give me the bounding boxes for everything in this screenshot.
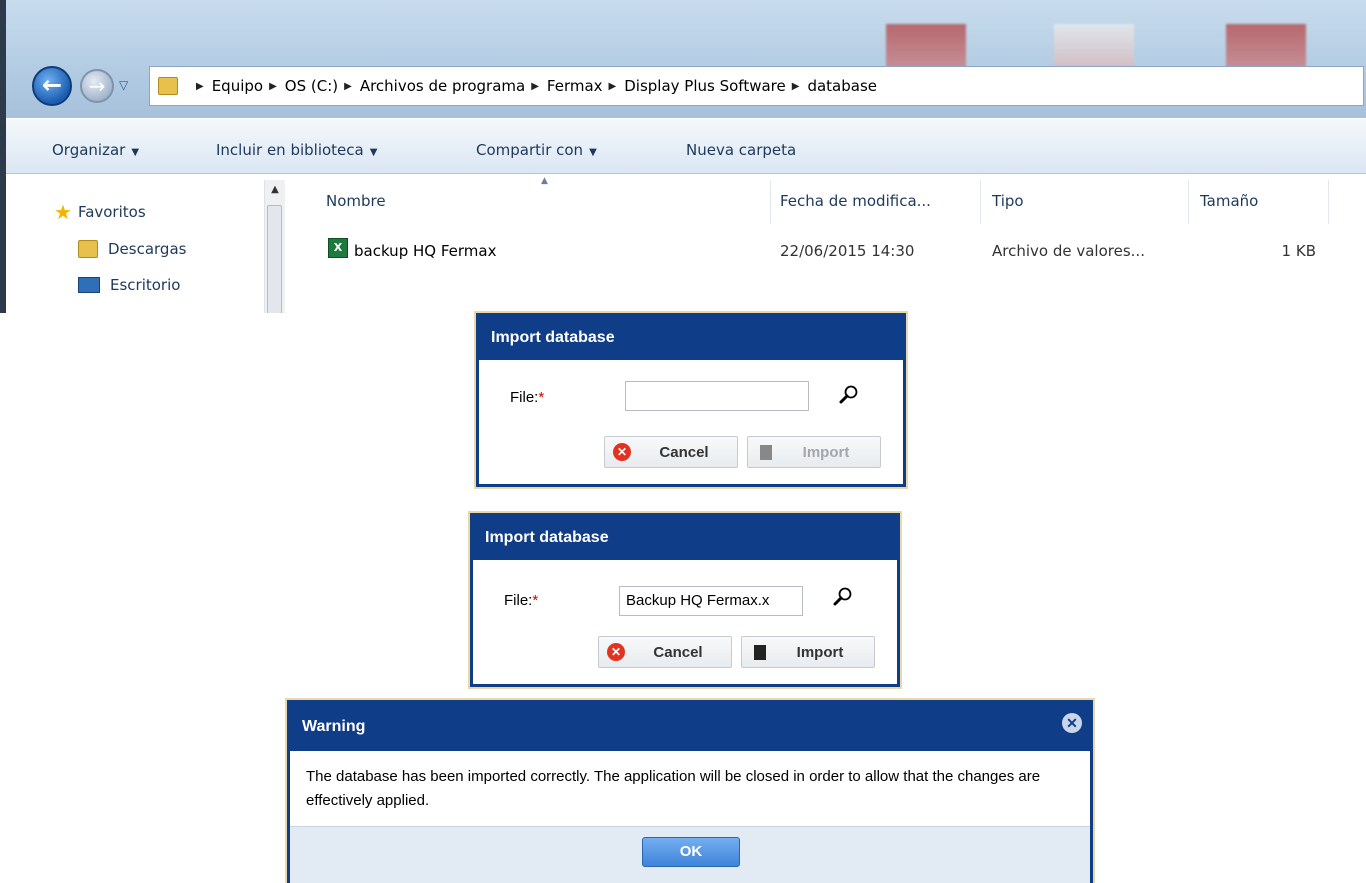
import-label: Import [796,643,844,661]
sidebar-item-label: Escritorio [110,276,181,294]
new-folder-button[interactable]: Nueva carpeta [686,141,796,159]
command-toolbar: Organizar ▼ Incluir en biblioteca ▼ Compar… [6,118,1366,174]
breadcrumb-chevron-icon[interactable]: ▶ [531,81,539,92]
new-folder-label: Nueva carpeta [686,141,797,159]
close-icon[interactable]: ✕ [1062,713,1082,733]
cancel-x-icon: ✕ [607,643,625,661]
include-library-menu-button[interactable]: Incluir en biblioteca ▼ [216,141,377,159]
cancel-label: Cancel [659,443,709,461]
dialog-title: Import database [473,516,897,560]
file-type: Archivo de valores... [992,242,1145,260]
column-header-name[interactable]: Nombre [326,192,386,210]
dialog-footer: OK [290,826,1090,883]
breadcrumb-display-plus-software[interactable]: Display Plus Software [624,77,785,95]
scroll-thumb[interactable] [267,205,282,313]
dialog-title-bar: Warning ✕ [290,703,1090,751]
column-header-type[interactable]: Tipo [992,192,1024,210]
breadcrumb-chevron-icon[interactable]: ▶ [609,81,617,92]
sidebar-item-favoritos[interactable]: ★ Favoritos [54,200,146,224]
column-divider[interactable] [1328,180,1329,224]
breadcrumb-fermax[interactable]: Fermax [547,77,603,95]
required-asterisk: * [538,389,545,406]
breadcrumb-chevron-icon[interactable]: ▶ [269,81,277,92]
dropdown-arrow-icon: ▼ [369,147,378,158]
search-icon[interactable] [838,384,860,406]
navigation-pane-scrollbar[interactable]: ▲ [264,180,285,313]
back-arrow-icon[interactable]: ← [32,66,72,106]
organize-menu-button[interactable]: Organizar ▼ [52,141,139,159]
recent-pages-chevron-icon[interactable]: ▽ [119,78,128,92]
file-field-label: File:* [510,389,544,406]
cancel-x-icon: ✕ [613,443,631,461]
sidebar-item-label: Favoritos [77,203,146,221]
organize-label: Organizar [52,141,126,159]
file-size: 1 KB [1281,242,1316,260]
ok-button[interactable]: OK [642,837,740,867]
import-label: Import [802,443,850,461]
required-asterisk: * [532,592,539,609]
share-with-label: Compartir con [476,141,584,159]
desktop-icon [78,277,100,293]
warning-dialog: Warning ✕ The database has been imported… [287,700,1093,883]
file-list: ▲ Nombre Fecha de modifica... Tipo Tamañ… [296,174,1366,313]
import-database-dialog-filled: Import database File:* Backup HQ Fermax.… [470,513,900,687]
include-library-label: Incluir en biblioteca [216,141,364,159]
cancel-label: Cancel [653,643,703,661]
navigation-pane: ★ Favoritos Descargas Escritorio [6,174,286,313]
address-bar[interactable]: ▶ Equipo ▶ OS (C:) ▶ Archivos de program… [149,66,1364,106]
file-explorer-window: ← → ▽ ▶ Equipo ▶ OS (C:) ▶ Archivos de p… [0,0,1366,313]
dropdown-arrow-icon: ▼ [589,147,597,158]
file-name[interactable]: backup HQ Fermax [354,242,496,260]
cancel-button[interactable]: ✕ Cancel [604,436,738,468]
dropdown-arrow-icon: ▼ [131,147,140,158]
import-document-icon [760,444,772,460]
breadcrumb-archivos-de-programa[interactable]: Archivos de programa [360,77,525,95]
sort-ascending-icon: ▲ [541,176,548,186]
spreadsheet-file-icon: X [328,238,348,258]
import-database-dialog-empty: Import database File:* ✕ Cancel Import [476,313,906,487]
column-header-size[interactable]: Tamaño [1200,192,1258,210]
column-header-modified[interactable]: Fecha de modifica... [780,192,931,210]
file-field-label: File:* [504,592,538,609]
downloads-folder-icon [78,240,98,258]
star-icon: ★ [54,200,72,224]
file-modified: 22/06/2015 14:30 [780,242,915,260]
cancel-button[interactable]: ✕ Cancel [598,636,732,668]
breadcrumb-chevron-icon[interactable]: ▶ [196,81,204,92]
breadcrumb-database[interactable]: database [807,77,877,95]
sidebar-item-descargas[interactable]: Descargas [78,240,186,258]
column-divider[interactable] [770,180,771,224]
import-button[interactable]: Import [747,436,881,468]
navigation-bar: ← → ▽ ▶ Equipo ▶ OS (C:) ▶ Archivos de p… [6,0,1366,118]
folder-icon [158,77,178,95]
sidebar-item-escritorio[interactable]: Escritorio [78,276,180,294]
breadcrumb-equipo[interactable]: Equipo [212,77,263,95]
breadcrumb-chevron-icon[interactable]: ▶ [344,81,352,92]
file-label-text: File: [510,389,539,406]
file-path-input[interactable]: Backup HQ Fermax.x [619,586,803,616]
share-with-menu-button[interactable]: Compartir con ▼ [476,141,597,159]
column-divider[interactable] [980,180,981,224]
search-icon[interactable] [832,586,854,608]
warning-message: The database has been imported correctly… [306,768,1041,809]
breadcrumb-os-c[interactable]: OS (C:) [285,77,338,95]
dialog-title: Warning [302,718,366,735]
dialog-title: Import database [479,316,903,360]
sidebar-item-label: Descargas [108,240,187,258]
column-divider[interactable] [1188,180,1189,224]
forward-arrow-icon[interactable]: → [80,69,114,103]
file-label-text: File: [504,592,533,609]
import-button[interactable]: Import [741,636,875,668]
breadcrumb-chevron-icon[interactable]: ▶ [792,81,800,92]
import-document-icon [754,644,766,660]
file-path-input[interactable] [625,381,809,411]
scroll-up-arrow-icon[interactable]: ▲ [265,184,285,195]
